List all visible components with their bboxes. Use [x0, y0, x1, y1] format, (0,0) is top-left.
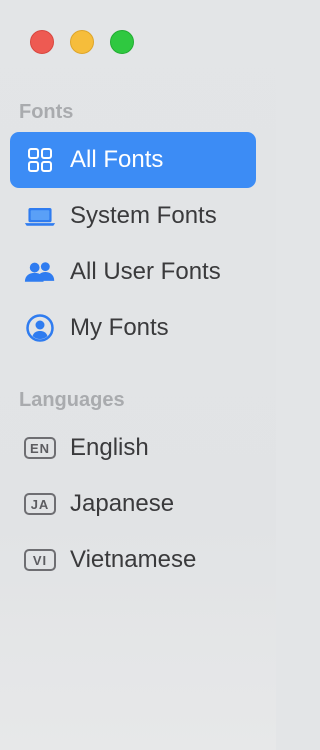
close-window-button[interactable]	[30, 30, 54, 54]
sidebar-item-japanese[interactable]: JA Japanese	[10, 476, 256, 532]
sidebar-item-system-fonts[interactable]: System Fonts	[10, 188, 256, 244]
language-badge-icon: EN	[23, 432, 57, 464]
section-header-fonts: Fonts	[19, 101, 74, 123]
window-controls	[30, 30, 134, 54]
sidebar-item-label: English	[70, 434, 149, 461]
sidebar-item-my-fonts[interactable]: My Fonts	[10, 300, 256, 356]
language-badge-ja: JA	[24, 493, 56, 515]
grid-icon	[24, 144, 56, 176]
sidebar-item-label: All Fonts	[70, 146, 164, 173]
people-icon	[24, 256, 56, 288]
sidebar-item-label: All User Fonts	[70, 258, 221, 285]
sidebar-item-label: System Fonts	[70, 202, 217, 229]
sidebar-item-english[interactable]: EN English	[10, 420, 256, 476]
sidebar-item-vietnamese[interactable]: VI Vietnamese	[10, 532, 256, 588]
maximize-window-button[interactable]	[110, 30, 134, 54]
sidebar: Fonts All Fonts System Fonts All User Fo…	[0, 0, 276, 750]
laptop-icon	[24, 200, 56, 232]
language-badge-en: EN	[23, 437, 57, 459]
sidebar-item-label: Japanese	[70, 490, 175, 517]
section-header-languages: Languages	[19, 389, 125, 411]
sidebar-item-all-fonts[interactable]: All Fonts	[10, 132, 256, 188]
sidebar-item-all-user-fonts[interactable]: All User Fonts	[10, 244, 256, 300]
person-circle-icon	[24, 312, 56, 344]
sidebar-item-label: Vietnamese	[70, 546, 197, 573]
language-badge-icon: VI	[24, 544, 56, 576]
minimize-window-button[interactable]	[70, 30, 94, 54]
language-badge-vi: VI	[24, 549, 56, 571]
sidebar-item-label: My Fonts	[70, 314, 169, 341]
language-badge-icon: JA	[24, 488, 56, 520]
